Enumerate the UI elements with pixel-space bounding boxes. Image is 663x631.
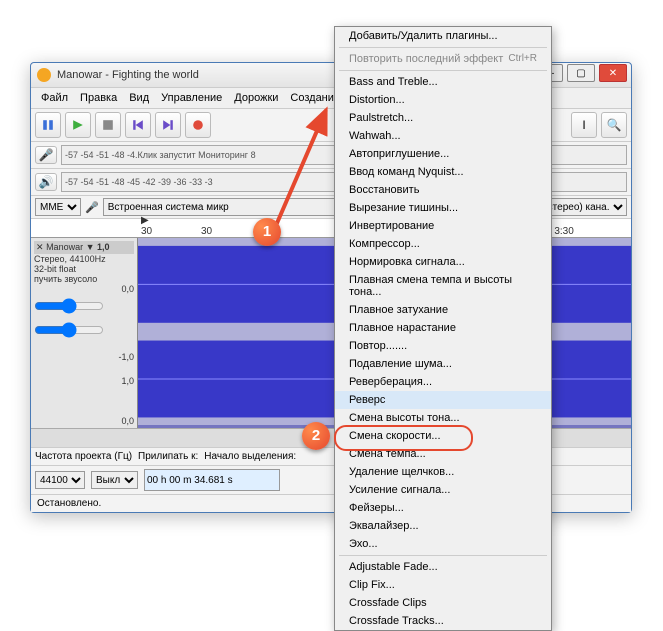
mi-repeat[interactable]: Повтор.......	[335, 337, 551, 355]
pause-button[interactable]	[35, 112, 61, 138]
close-button[interactable]: ✕	[599, 64, 627, 82]
window-title: Manowar - Fighting the world	[57, 69, 199, 81]
menu-separator	[339, 555, 547, 556]
menu-view[interactable]: Вид	[123, 90, 155, 106]
mi-normalize[interactable]: Нормировка сигнала...	[335, 253, 551, 271]
skip-start-button[interactable]	[125, 112, 151, 138]
sel-start-label: Начало выделения:	[204, 451, 296, 462]
gain-slider[interactable]	[34, 298, 104, 314]
mi-change-speed[interactable]: Смена скорости...	[335, 427, 551, 445]
mi-distortion[interactable]: Distortion...	[335, 91, 551, 109]
snap-label: Прилипать к:	[138, 451, 198, 462]
mi-crossfade-clips[interactable]: Crossfade Clips	[335, 594, 551, 612]
mi-invert[interactable]: Инвертирование	[335, 217, 551, 235]
mi-fade-out[interactable]: Плавное затухание	[335, 301, 551, 319]
callout-badge-1: 1	[253, 218, 281, 246]
mi-paulstretch[interactable]: Paulstretch...	[335, 109, 551, 127]
mi-noise-reduction[interactable]: Подавление шума...	[335, 355, 551, 373]
skip-end-button[interactable]	[155, 112, 181, 138]
mi-equalizer[interactable]: Эквалайзер...	[335, 517, 551, 535]
mi-phaser[interactable]: Фейзеры...	[335, 499, 551, 517]
mi-crossfade-tracks[interactable]: Crossfade Tracks...	[335, 612, 551, 630]
mi-fade-in[interactable]: Плавное нарастание	[335, 319, 551, 337]
speaker-icon: 🔊	[35, 173, 57, 191]
menu-edit[interactable]: Правка	[74, 90, 123, 106]
mi-autoduck[interactable]: Автоприглушение...	[335, 145, 551, 163]
mi-truncate-silence[interactable]: Вырезание тишины...	[335, 199, 551, 217]
mi-clip-fix[interactable]: Clip Fix...	[335, 576, 551, 594]
callout-arrow	[270, 104, 340, 234]
mi-reverse[interactable]: Реверс	[335, 391, 551, 409]
mi-adjustable-fade[interactable]: Adjustable Fade...	[335, 558, 551, 576]
pan-slider[interactable]	[34, 322, 104, 338]
track-mute-solo[interactable]: пучить звусоло	[34, 274, 134, 284]
mi-change-tempo[interactable]: Смена темпа...	[335, 445, 551, 463]
track-control-panel[interactable]: ✕ Manowar ▼ 1,0 Стерео, 44100Hz 32-bit f…	[31, 238, 138, 428]
mi-plugins[interactable]: Добавить/Удалить плагины...	[335, 27, 551, 45]
mi-change-pitch[interactable]: Смена высоты тона...	[335, 409, 551, 427]
mi-sliding-stretch[interactable]: Плавная смена темпа и высоты тона...	[335, 271, 551, 301]
mi-repeat-last: Повторить последний эффектCtrl+R	[335, 50, 551, 68]
menu-control[interactable]: Управление	[155, 90, 228, 106]
sel-start-input[interactable]	[144, 469, 280, 491]
callout-badge-2: 2	[302, 422, 330, 450]
record-button[interactable]	[185, 112, 211, 138]
mi-bass-treble[interactable]: Bass and Treble...	[335, 73, 551, 91]
mic-icon: 🎤	[35, 146, 57, 164]
tool-select[interactable]: I	[571, 112, 597, 138]
project-rate-select[interactable]: 44100	[35, 471, 85, 489]
maximize-button[interactable]: ▢	[567, 64, 595, 82]
menu-separator	[339, 70, 547, 71]
mi-compressor[interactable]: Компрессор...	[335, 235, 551, 253]
effects-menu: Добавить/Удалить плагины... Повторить по…	[334, 26, 552, 631]
mi-nyquist[interactable]: Ввод команд Nyquist...	[335, 163, 551, 181]
track-close-icon[interactable]: ✕	[36, 242, 44, 252]
project-rate-label: Частота проекта (Гц)	[35, 451, 132, 462]
snap-select[interactable]: Выкл	[91, 471, 138, 489]
track-format: Стерео, 44100Hz	[34, 254, 134, 264]
tool-zoom[interactable]: 🔍	[601, 112, 627, 138]
menu-separator	[339, 47, 547, 48]
stop-button[interactable]	[95, 112, 121, 138]
mi-amplify[interactable]: Усиление сигнала...	[335, 481, 551, 499]
mi-restore[interactable]: Восстановить	[335, 181, 551, 199]
host-select[interactable]: MME	[35, 198, 81, 216]
play-button[interactable]	[65, 112, 91, 138]
menu-file[interactable]: Файл	[35, 90, 74, 106]
mi-reverb[interactable]: Реверберация...	[335, 373, 551, 391]
mi-click-removal[interactable]: Удаление щелчков...	[335, 463, 551, 481]
mi-wahwah[interactable]: Wahwah...	[335, 127, 551, 145]
app-icon	[37, 68, 51, 82]
mic-icon-small: 🎤	[85, 201, 99, 214]
mi-echo[interactable]: Эхо...	[335, 535, 551, 553]
track-bitdepth: 32-bit float	[34, 264, 134, 274]
track-name: Manowar	[46, 242, 83, 252]
